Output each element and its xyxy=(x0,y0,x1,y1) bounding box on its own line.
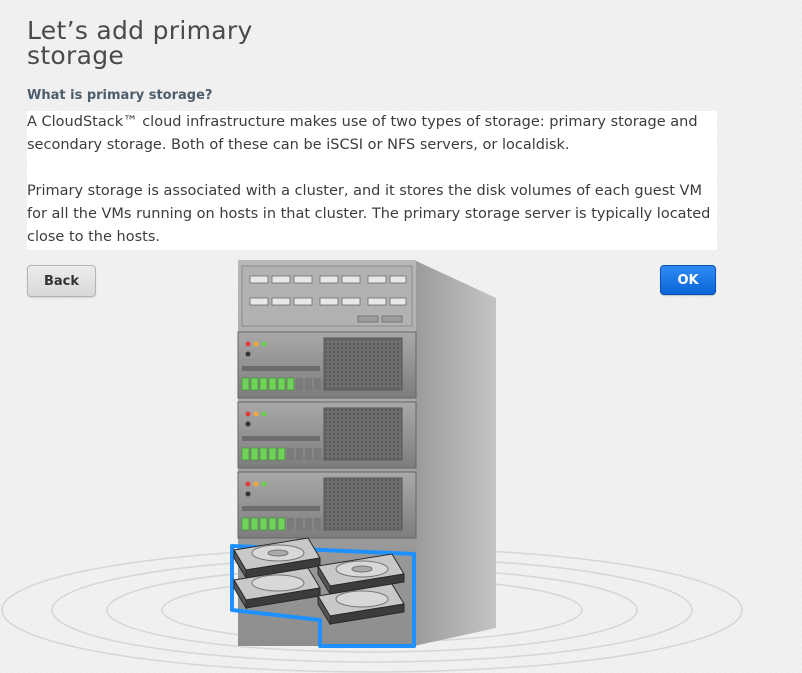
description-paragraph-1: A CloudStack™ cloud infrastructure makes… xyxy=(27,114,698,153)
storage-server-rack-icon xyxy=(230,260,496,648)
page-title: Let’s add primary storage xyxy=(27,16,253,70)
ok-button[interactable]: OK xyxy=(660,265,716,295)
description-paragraph-2: Primary storage is associated with a clu… xyxy=(27,183,711,245)
section-subtitle: What is primary storage? xyxy=(27,88,213,103)
back-button[interactable]: Back xyxy=(27,265,96,297)
description-box: A CloudStack™ cloud infrastructure makes… xyxy=(27,111,717,250)
